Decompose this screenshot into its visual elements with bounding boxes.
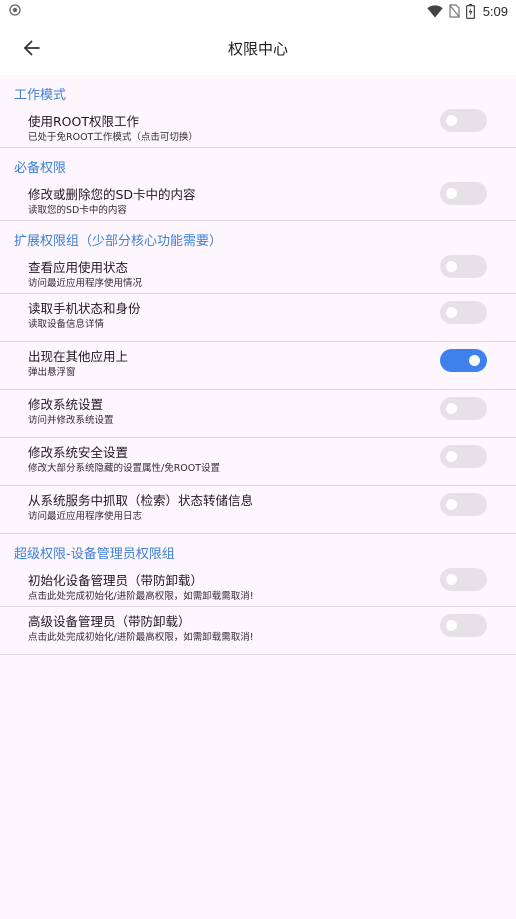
- toggle-knob: [446, 499, 457, 510]
- row-device-admin-init[interactable]: 初始化设备管理员（带防卸载） 点击此处完成初始化/进阶最高权限，如需卸载需取消!: [0, 566, 516, 607]
- row-title: 修改系统安全设置: [28, 445, 129, 460]
- row-subtitle: 修改大部分系统隐藏的设置属性/免ROOT设置: [28, 463, 221, 474]
- section-header-extended: 扩展权限组（少部分核心功能需要）: [14, 234, 223, 249]
- row-title: 查看应用使用状态: [28, 260, 129, 275]
- toggle-knob: [446, 307, 457, 318]
- toggle-switch[interactable]: [440, 349, 487, 372]
- section-header-device-admin: 超级权限-设备管理员权限组: [14, 547, 175, 562]
- toggle-switch[interactable]: [440, 614, 487, 637]
- row-secure-settings[interactable]: 修改系统安全设置 修改大部分系统隐藏的设置属性/免ROOT设置: [0, 438, 516, 486]
- status-time: 5:09: [482, 3, 508, 19]
- row-sd-card[interactable]: 修改或删除您的SD卡中的内容 读取您的SD卡中的内容: [0, 180, 516, 221]
- row-title: 初始化设备管理员（带防卸载）: [28, 573, 204, 588]
- toggle-switch[interactable]: [440, 255, 487, 278]
- section-header-work-mode: 工作模式: [14, 88, 67, 103]
- row-subtitle: 访问最近应用程序使用日志: [28, 511, 143, 522]
- row-subtitle: 已处于免ROOT工作模式（点击可切换）: [28, 132, 198, 143]
- row-device-admin-advanced[interactable]: 高级设备管理员（带防卸载） 点击此处完成初始化/进阶最高权限，如需卸载需取消!: [0, 607, 516, 655]
- status-bar: 5:09: [0, 0, 516, 22]
- row-dump[interactable]: 从系统服务中抓取（检索）状态转储信息 访问最近应用程序使用日志: [0, 486, 516, 534]
- toggle-switch[interactable]: [440, 445, 487, 468]
- row-subtitle: 点击此处完成初始化/进阶最高权限，如需卸载需取消!: [28, 632, 254, 643]
- toggle-switch[interactable]: [440, 301, 487, 324]
- location-indicator-icon: [9, 4, 21, 16]
- row-subtitle: 点击此处完成初始化/进阶最高权限，如需卸载需取消!: [28, 591, 254, 602]
- toggle-switch[interactable]: [440, 109, 487, 132]
- toggle-knob: [446, 261, 457, 272]
- row-overlay[interactable]: 出现在其他应用上 弹出悬浮窗: [0, 342, 516, 390]
- toggle-knob: [446, 574, 457, 585]
- row-title: 读取手机状态和身份: [28, 301, 141, 316]
- row-subtitle: 读取您的SD卡中的内容: [28, 205, 127, 216]
- toggle-switch[interactable]: [440, 397, 487, 420]
- toggle-switch[interactable]: [440, 568, 487, 591]
- row-subtitle: 弹出悬浮窗: [28, 367, 76, 378]
- app-bar: 权限中心: [0, 22, 516, 75]
- row-subtitle: 访问并修改系统设置: [28, 415, 114, 426]
- no-sim-icon: [448, 4, 460, 18]
- row-title: 高级设备管理员（带防卸载）: [28, 614, 191, 629]
- status-icons: 5:09: [426, 2, 508, 20]
- toggle-knob: [446, 403, 457, 414]
- toggle-knob: [446, 115, 457, 126]
- row-title: 使用ROOT权限工作: [28, 114, 139, 129]
- row-write-settings[interactable]: 修改系统设置 访问并修改系统设置: [0, 390, 516, 438]
- page-title: 权限中心: [227, 40, 288, 58]
- row-title: 修改或删除您的SD卡中的内容: [28, 187, 196, 202]
- toggle-switch[interactable]: [440, 182, 487, 205]
- toggle-knob: [469, 355, 480, 366]
- toggle-switch[interactable]: [440, 493, 487, 516]
- toggle-knob: [446, 620, 457, 631]
- toggle-knob: [446, 451, 457, 462]
- row-title: 出现在其他应用上: [28, 349, 129, 364]
- permission-list: 工作模式 使用ROOT权限工作 已处于免ROOT工作模式（点击可切换） 必备权限…: [0, 75, 516, 655]
- toggle-knob: [446, 188, 457, 199]
- section-header-required: 必备权限: [14, 161, 67, 176]
- row-phone-state[interactable]: 读取手机状态和身份 读取设备信息详情: [0, 294, 516, 342]
- row-usage-stats[interactable]: 查看应用使用状态 访问最近应用程序使用情况: [0, 253, 516, 294]
- row-title: 从系统服务中抓取（检索）状态转储信息: [28, 493, 254, 508]
- row-subtitle: 访问最近应用程序使用情况: [28, 278, 143, 289]
- row-subtitle: 读取设备信息详情: [28, 319, 105, 330]
- wifi-icon: [426, 4, 443, 17]
- row-root-mode[interactable]: 使用ROOT权限工作 已处于免ROOT工作模式（点击可切换）: [0, 107, 516, 148]
- battery-icon: [465, 3, 475, 19]
- row-title: 修改系统设置: [28, 397, 104, 412]
